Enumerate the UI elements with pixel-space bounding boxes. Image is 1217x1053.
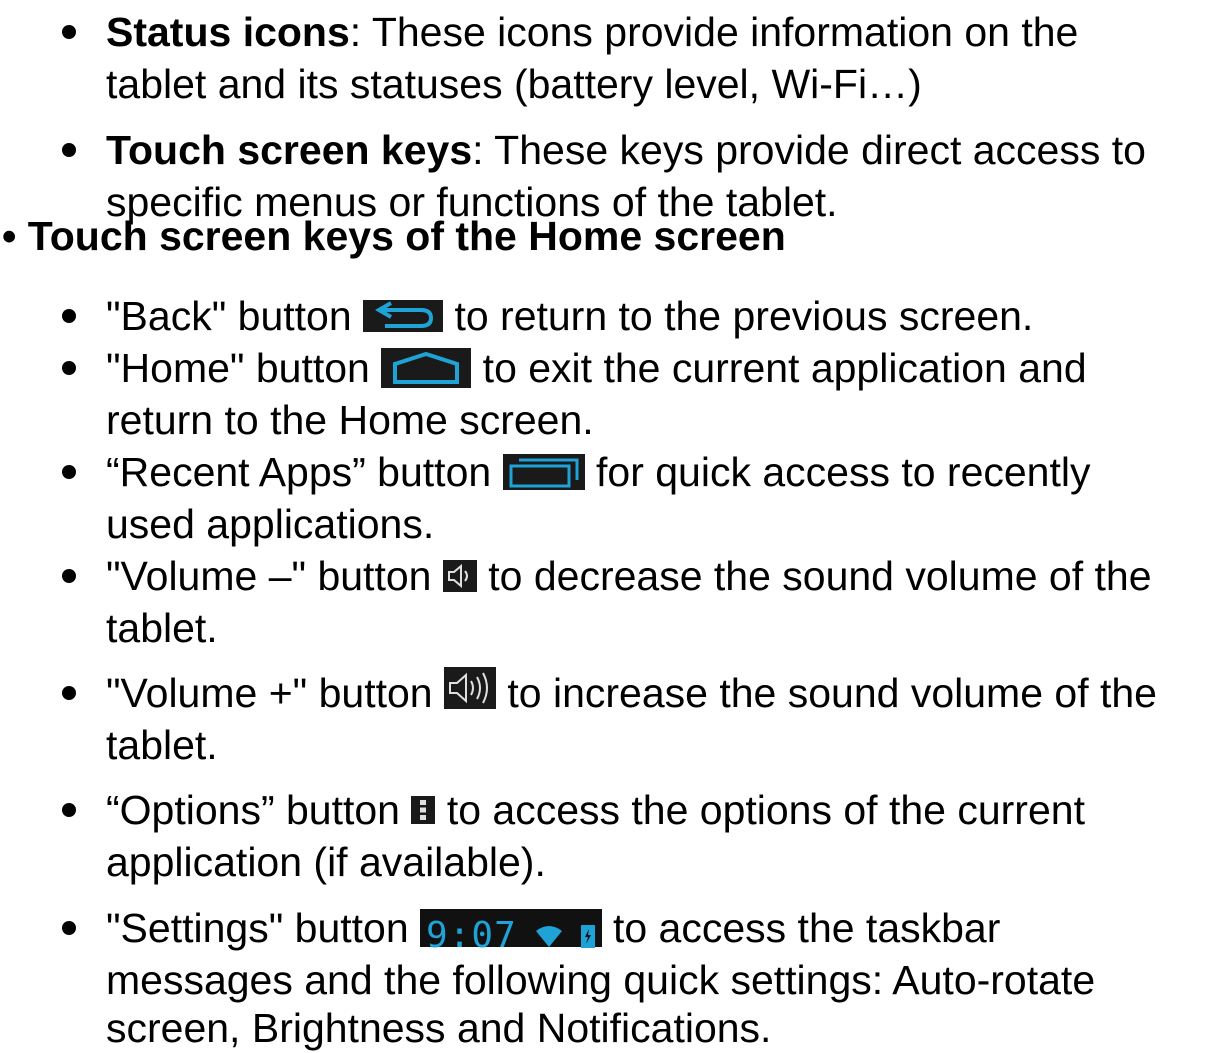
- text: "Home" button: [106, 345, 370, 391]
- volume-down-icon: [442, 560, 477, 593]
- clock-time: 9:07: [426, 915, 517, 957]
- text: “Options” button: [106, 787, 400, 833]
- list-item: Status icons: These icons provide inform…: [106, 8, 1078, 56]
- section-heading: • Touch screen keys of the Home screen: [2, 213, 786, 259]
- bullet: [62, 309, 76, 323]
- bullet: [62, 569, 76, 583]
- volume-up-icon: [444, 667, 496, 710]
- text: "Volume +" button: [106, 670, 433, 716]
- wifi-icon: [536, 926, 563, 948]
- text: for quick access to recently: [596, 449, 1091, 495]
- list-item-continuation: tablet.: [106, 722, 218, 768]
- bullet: [62, 686, 76, 700]
- text: to access the options of the current: [446, 787, 1085, 833]
- bullet: [62, 25, 76, 39]
- list-item-continuation: used applications.: [106, 501, 435, 547]
- text: : These keys provide direct access to: [472, 127, 1146, 173]
- list-item-volume-up: "Volume +" button to increase the sound …: [106, 667, 1157, 717]
- settings-status-icon: 9:07: [420, 909, 602, 955]
- list-item-continuation: tablet and its statuses (battery level, …: [106, 61, 922, 107]
- recent-apps-icon: [502, 454, 585, 491]
- bullet: [62, 921, 76, 935]
- list-item-continuation: return to the Home screen.: [106, 397, 594, 443]
- list-item-options: “Options” button to access the options o…: [106, 786, 1085, 834]
- list-item-continuation: tablet.: [106, 605, 218, 651]
- text: to increase the sound volume of the: [507, 670, 1157, 716]
- list-item-continuation: messages and the following quick setting…: [106, 957, 1096, 1003]
- back-arrow-icon: [363, 300, 444, 333]
- bullet: [62, 361, 76, 375]
- list-item-back: "Back" button to return to the previous …: [106, 292, 1033, 340]
- text: "Settings" button: [106, 905, 409, 951]
- list-item-volume-down: "Volume –" button to decrease the sound …: [106, 552, 1152, 600]
- battery-icon: [580, 925, 595, 949]
- text: "Back" button: [106, 293, 352, 339]
- bullet: [62, 465, 76, 479]
- list-item-settings: "Settings" button 9:07 to access the tas…: [106, 904, 1001, 955]
- text: to return to the previous screen.: [454, 293, 1034, 339]
- list-item-home: "Home" button to exit the current applic…: [106, 344, 1087, 392]
- text: “Recent Apps” button: [106, 449, 492, 495]
- list-item-continuation: screen, Brightness and Notifications.: [106, 1005, 772, 1051]
- text: : These icons provide information on the: [349, 9, 1079, 55]
- term-touch-keys: Touch screen keys: [106, 127, 473, 173]
- list-item: Touch screen keys: These keys provide di…: [106, 126, 1146, 174]
- bullet: [62, 143, 76, 157]
- text: to access the taskbar: [612, 905, 1001, 951]
- options-icon: [411, 796, 436, 825]
- bullet: [62, 803, 76, 817]
- text: "Volume –" button: [106, 553, 432, 599]
- home-icon: [381, 348, 472, 389]
- text: to decrease the sound volume of the: [488, 553, 1152, 599]
- term-status-icons: Status icons: [106, 9, 350, 55]
- list-item-recent-apps: “Recent Apps” button for quick access to…: [106, 448, 1090, 496]
- list-item-continuation: application (if available).: [106, 839, 546, 885]
- text: to exit the current application and: [482, 345, 1087, 391]
